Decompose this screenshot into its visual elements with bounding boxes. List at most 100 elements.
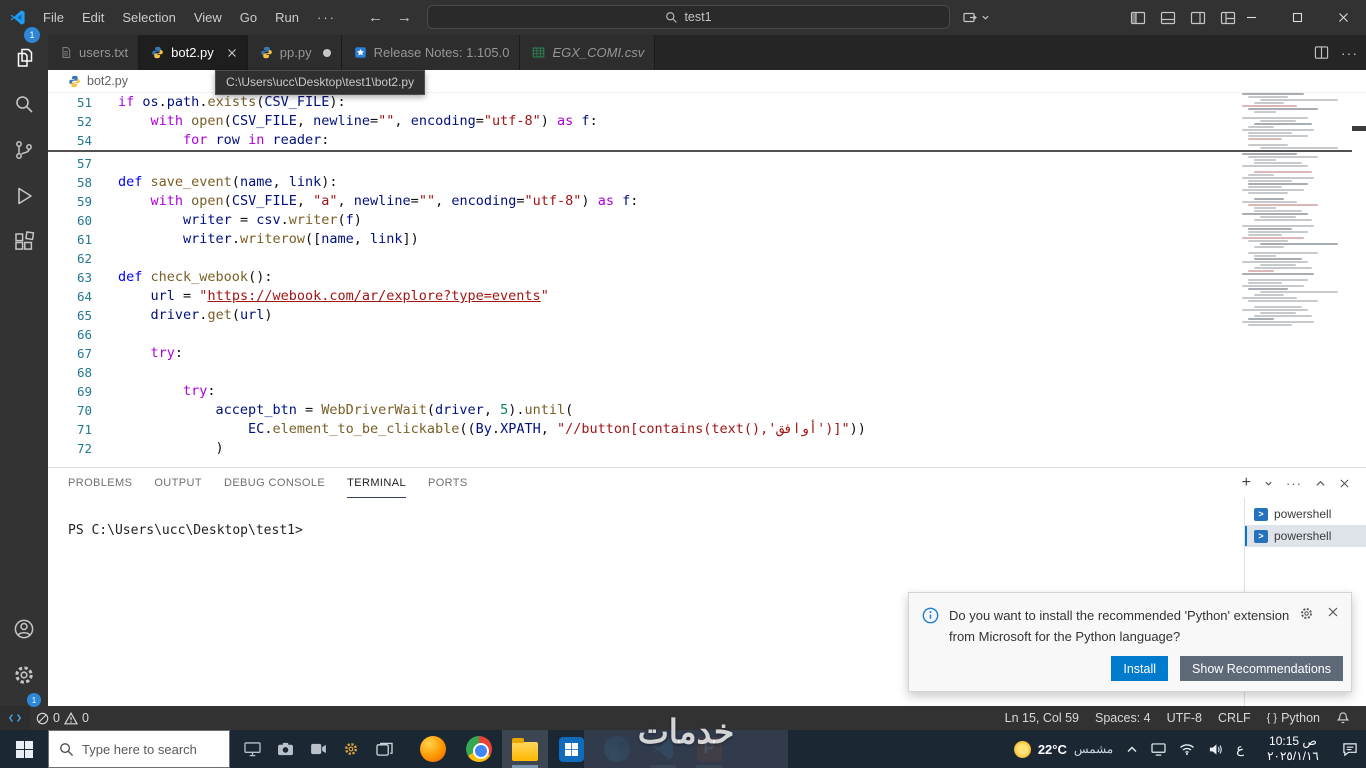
indentation[interactable]: Spaces: 4 [1089, 706, 1157, 730]
split-editor-icon[interactable] [1314, 45, 1329, 60]
chrome-icon[interactable] [456, 730, 502, 768]
tab-Release Notes: 1.105.0[interactable]: Release Notes: 1.105.0 [341, 35, 521, 70]
menu-file[interactable]: File [34, 0, 73, 35]
chevron-down-icon[interactable] [981, 13, 990, 22]
code-line-70[interactable]: 70 accept_btn = WebDriverWait(driver, 5)… [48, 401, 1240, 420]
panel-tab-terminal[interactable]: TERMINAL [347, 468, 406, 498]
powershell-icon: > [1254, 507, 1268, 521]
tab-close-icon[interactable] [227, 48, 237, 58]
minimize-button[interactable] [1228, 0, 1274, 35]
language-mode[interactable]: { } Python [1261, 706, 1326, 730]
layout-sidebar-right-icon[interactable] [1190, 10, 1206, 26]
tray-display-icon[interactable] [1151, 742, 1166, 756]
panel-more-icon[interactable]: ··· [1286, 476, 1302, 491]
video-recorder-icon[interactable] [306, 737, 330, 761]
code-line-57[interactable]: 57 [48, 154, 1240, 173]
notification-settings-gear-icon[interactable] [1299, 606, 1314, 621]
code-line-71[interactable]: 71 EC.element_to_be_clickable((By.XPATH,… [48, 420, 1240, 439]
command-center-search[interactable]: test1 [427, 5, 950, 29]
run-debug-icon[interactable] [0, 173, 48, 219]
layout-panel-icon[interactable] [1160, 10, 1176, 26]
menu-go[interactable]: Go [231, 0, 266, 35]
maximize-button[interactable] [1274, 0, 1320, 35]
source-control-icon[interactable] [0, 127, 48, 173]
tab-users.txt[interactable]: users.txt [48, 35, 140, 70]
line-number: 59 [76, 194, 92, 209]
tray-expand-chevron-icon[interactable] [1126, 745, 1138, 754]
tray-wifi-icon[interactable] [1179, 743, 1195, 755]
tools-gear-icon[interactable] [339, 737, 363, 761]
terminal-instance[interactable]: > powershell [1245, 525, 1366, 547]
task-view-icon[interactable] [372, 737, 396, 761]
tab-EGX_COMI.csv[interactable]: EGX_COMI.csv [520, 35, 656, 70]
start-button[interactable] [0, 730, 48, 768]
problems-status[interactable]: 0 0 [30, 706, 95, 730]
language-indicator[interactable]: ع [1236, 741, 1244, 757]
code-line-54[interactable]: 54 for row in reader: [48, 131, 1240, 150]
terminal-output[interactable]: PS C:\Users\ucc\Desktop\test1> [68, 523, 303, 538]
install-button[interactable]: Install [1111, 656, 1169, 681]
settings-gear-icon[interactable] [0, 652, 48, 698]
tray-volume-icon[interactable] [1208, 743, 1223, 756]
menu-selection[interactable]: Selection [113, 0, 184, 35]
screen-capture-icon[interactable] [240, 737, 264, 761]
extensions-icon[interactable] [0, 219, 48, 265]
code-line-63[interactable]: 63 def check_webook(): [48, 268, 1240, 287]
notifications-bell-icon[interactable] [1330, 706, 1356, 730]
search-sidebar-icon[interactable] [0, 81, 48, 127]
code-line-51[interactable]: 51 if os.path.exists(CSV_FILE): [48, 93, 1240, 112]
terminal-profile-chevron-icon[interactable] [1264, 479, 1273, 488]
cursor-position[interactable]: Ln 15, Col 59 [999, 706, 1085, 730]
code-line-60[interactable]: 60 writer = csv.writer(f) [48, 211, 1240, 230]
code-line-59[interactable]: 59 with open(CSV_FILE, "a", newline="", … [48, 192, 1240, 211]
error-icon [36, 712, 49, 724]
code-line-66[interactable]: 66 [48, 325, 1240, 344]
code-line-61[interactable]: 61 writer.writerow([name, link]) [48, 230, 1240, 249]
encoding[interactable]: UTF-8 [1161, 706, 1208, 730]
firefox-icon[interactable] [410, 730, 456, 768]
code-editor[interactable]: 57 58 def save_event(name, link): 59 with o… [48, 93, 1366, 467]
remote-indicator[interactable] [0, 706, 30, 730]
session-icon[interactable] [962, 10, 978, 26]
menu-view[interactable]: View [185, 0, 231, 35]
nav-forward-icon[interactable]: → [397, 9, 412, 26]
menu-edit[interactable]: Edit [73, 0, 113, 35]
tab-pp.py[interactable]: pp.py [247, 35, 342, 70]
clock[interactable]: 10:15 ص ٢٠٢٥/١/١٦ [1257, 734, 1329, 764]
layout-sidebar-left-icon[interactable] [1130, 10, 1146, 26]
minimap[interactable] [1242, 93, 1352, 338]
panel-close-icon[interactable] [1339, 478, 1350, 489]
notification-close-icon[interactable] [1327, 606, 1339, 621]
code-line-65[interactable]: 65 driver.get(url) [48, 306, 1240, 325]
panel-tab-output[interactable]: OUTPUT [154, 468, 202, 498]
menu-run[interactable]: Run [266, 0, 308, 35]
code-line-67[interactable]: 67 try: [48, 344, 1240, 363]
code-line-64[interactable]: 64 url = "https://webook.com/ar/explore?… [48, 287, 1240, 306]
file-explorer-icon[interactable] [502, 730, 548, 768]
panel-tab-debug-console[interactable]: DEBUG CONSOLE [224, 468, 325, 498]
explorer-icon[interactable] [0, 35, 48, 81]
panel-tab-ports[interactable]: PORTS [428, 468, 468, 498]
code-line-62[interactable]: 62 [48, 249, 1240, 268]
close-button[interactable] [1320, 0, 1366, 35]
weather-widget[interactable]: 22°C مشمس [1013, 740, 1113, 758]
editor-actions-more-icon[interactable]: ··· [1341, 45, 1358, 61]
camera-icon[interactable] [273, 737, 297, 761]
code-line-69[interactable]: 69 try: [48, 382, 1240, 401]
code-line-68[interactable]: 68 [48, 363, 1240, 382]
menu-overflow[interactable]: ··· [308, 0, 345, 35]
code-line-52[interactable]: 52 with open(CSV_FILE, newline="", encod… [48, 112, 1240, 131]
taskbar-search-input[interactable]: Type here to search [48, 730, 230, 768]
code-line-58[interactable]: 58 def save_event(name, link): [48, 173, 1240, 192]
action-center-icon[interactable] [1342, 742, 1358, 757]
tab-bot2.py[interactable]: bot2.py [139, 35, 248, 70]
eol-sequence[interactable]: CRLF [1212, 706, 1257, 730]
accounts-icon[interactable] [0, 606, 48, 652]
panel-maximize-icon[interactable] [1315, 478, 1326, 489]
nav-back-icon[interactable]: ← [368, 9, 383, 26]
terminal-instance[interactable]: > powershell [1245, 503, 1366, 525]
new-terminal-icon[interactable]: + [1242, 474, 1251, 492]
panel-tab-problems[interactable]: PROBLEMS [68, 468, 132, 498]
show-recommendations-button[interactable]: Show Recommendations [1180, 656, 1343, 681]
code-line-72[interactable]: 72 ) [48, 439, 1240, 458]
